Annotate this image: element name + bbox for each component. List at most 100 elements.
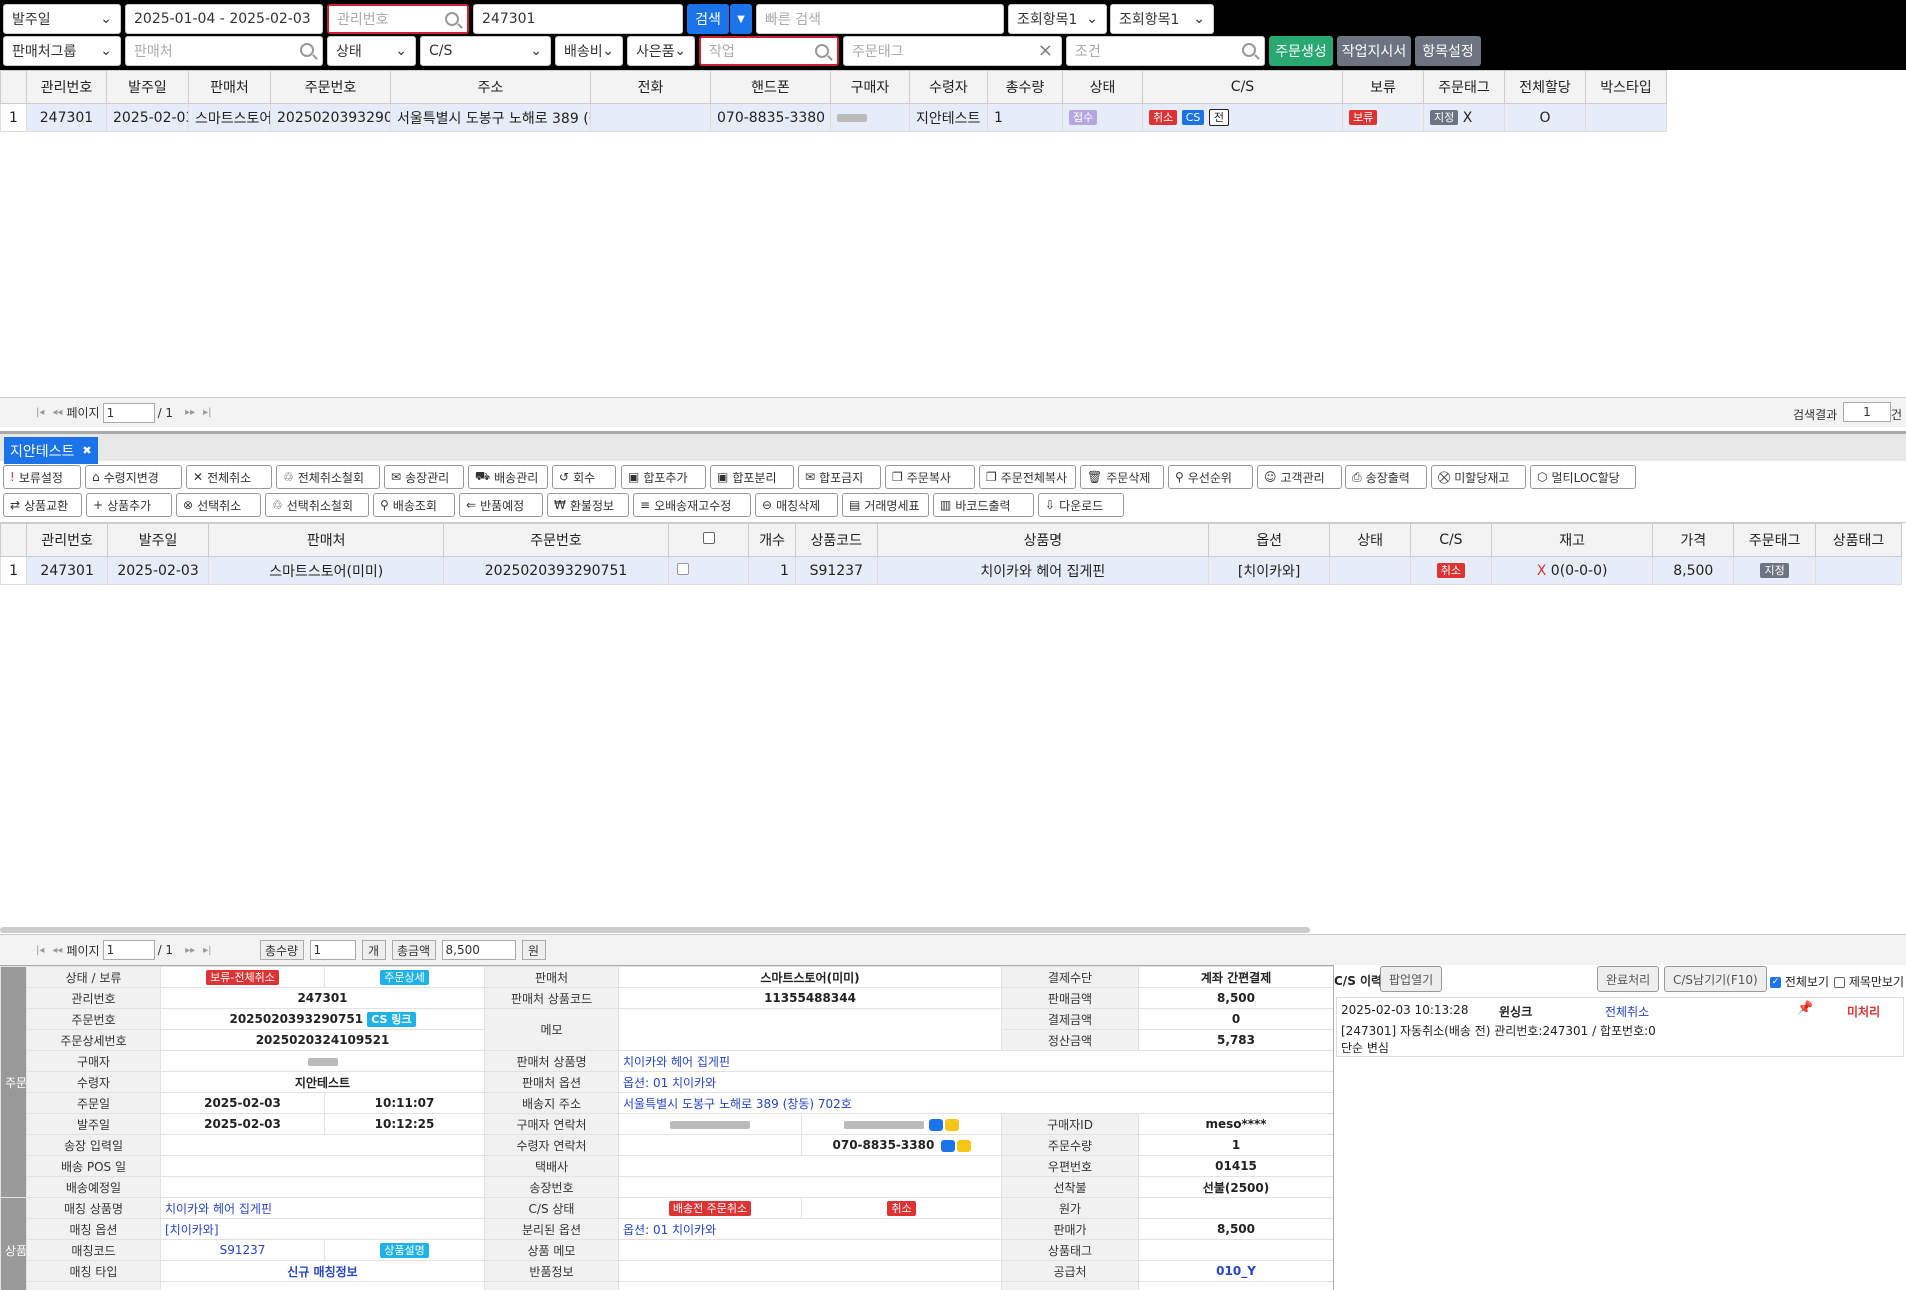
- action-button-action_row1-5[interactable]: ⛟ 배송관리: [468, 465, 548, 489]
- col-header-seller[interactable]: 판매처: [208, 523, 445, 557]
- action-button-action_row1-9[interactable]: ✉ 합포금지: [798, 465, 881, 489]
- action-button-action_row2-8[interactable]: ⊖ 매칭삭제: [755, 493, 838, 517]
- search-icon[interactable]: [815, 44, 829, 58]
- action-button-action_row2-10[interactable]: ▥ 바코드출력: [933, 493, 1034, 517]
- query-item-select-2[interactable]: 조회항목1 ⌄: [1110, 4, 1214, 34]
- search-icon[interactable]: [445, 12, 459, 26]
- popup-open-button[interactable]: 팝업열기: [1380, 966, 1443, 992]
- work-order-button[interactable]: 작업지시서: [1337, 36, 1411, 66]
- action-button-action_row1-3[interactable]: ♲ 전체취소철회: [276, 465, 380, 489]
- col-header-order-no[interactable]: 주문번호: [443, 523, 669, 557]
- col-header-order-no[interactable]: 주문번호: [270, 70, 391, 104]
- action-button-action_row1-6[interactable]: ↺ 회수: [552, 465, 616, 489]
- gift-select[interactable]: 사은품 ⌄: [627, 36, 695, 66]
- col-header-cs[interactable]: C/S: [1142, 70, 1343, 104]
- col-header-mobile[interactable]: 핸드폰: [710, 70, 831, 104]
- quick-search-input[interactable]: 빠른 검색: [756, 4, 1004, 34]
- col-header-mgmt-no[interactable]: 관리번호: [26, 523, 109, 557]
- col-header-buyer[interactable]: 구매자: [830, 70, 910, 104]
- action-button-action_row1-16[interactable]: ⛒ 미할당재고: [1431, 465, 1526, 489]
- table-row[interactable]: 1 247301 2025-02-03 스마트스토어( 202502039329…: [0, 103, 1667, 132]
- col-header-product-tag[interactable]: 상품태그: [1815, 523, 1902, 557]
- order-tag-input[interactable]: 주문태그 ×: [843, 36, 1062, 66]
- action-button-action_row1-8[interactable]: ▣ 합포분리: [710, 465, 794, 489]
- search-value-input[interactable]: 247301: [473, 4, 683, 34]
- close-icon[interactable]: ×: [1038, 40, 1053, 61]
- cs-link-badge[interactable]: CS 링크: [367, 1011, 416, 1027]
- action-button-action_row1-0[interactable]: ! 보류설정: [3, 465, 81, 489]
- first-page-icon[interactable]: |◂: [36, 407, 44, 418]
- complete-button[interactable]: 완료처리: [1597, 966, 1660, 992]
- action-button-action_row1-10[interactable]: ❐ 주문복사: [885, 465, 975, 489]
- col-header-status[interactable]: 상태: [1329, 523, 1411, 557]
- condition-input[interactable]: 조건: [1066, 36, 1265, 66]
- col-header-status[interactable]: 상태: [1062, 70, 1143, 104]
- action-button-action_row1-2[interactable]: ✕ 전체취소: [186, 465, 272, 489]
- first-page-icon[interactable]: |◂: [36, 945, 44, 956]
- col-header-recipient[interactable]: 수령자: [909, 70, 988, 104]
- horizontal-scrollbar[interactable]: [0, 927, 1310, 933]
- prev-page-icon[interactable]: ◂◂: [52, 407, 62, 418]
- action-button-action_row2-9[interactable]: ▤ 거래명세표: [842, 493, 929, 517]
- cs-select[interactable]: C/S ⌄: [420, 36, 551, 66]
- col-header-option[interactable]: 옵션: [1207, 523, 1331, 557]
- action-button-action_row1-15[interactable]: ⎙ 송장출력: [1345, 465, 1427, 489]
- cell-select[interactable]: [667, 556, 750, 585]
- action-button-action_row2-11[interactable]: ⇩ 다운로드: [1038, 493, 1124, 517]
- status-select[interactable]: 상태 ⌄: [327, 36, 416, 66]
- action-button-action_row2-3[interactable]: ♲ 선택취소철회: [265, 493, 369, 517]
- action-button-action_row1-1[interactable]: ⌂ 수령지변경: [85, 465, 182, 489]
- search-icon[interactable]: [1242, 43, 1256, 57]
- action-button-action_row2-1[interactable]: + 상품추가: [86, 493, 172, 517]
- col-header-cs[interactable]: C/S: [1409, 523, 1492, 557]
- mgmt-no-input[interactable]: 관리번호: [327, 4, 469, 34]
- action-button-action_row1-12[interactable]: 🗑 주문삭제: [1080, 465, 1164, 489]
- col-header-order-tag[interactable]: 주문태그: [1733, 523, 1816, 557]
- search-dropdown-button[interactable]: ▼: [730, 4, 752, 34]
- search-icon[interactable]: [300, 43, 314, 57]
- value-match-type[interactable]: 신규 매칭정보: [160, 1260, 485, 1282]
- title-only-toggle[interactable]: 제목만보기: [1834, 973, 1904, 990]
- work-input[interactable]: 작업: [699, 36, 839, 66]
- action-button-action_row2-7[interactable]: ≡ 오배송재고수정: [633, 493, 751, 517]
- value-address[interactable]: 서울특별시 도봉구 노해로 389 (창동) 702호: [617, 1092, 1333, 1114]
- product-desc-badge[interactable]: 상품설명: [380, 1242, 429, 1258]
- row-checkbox[interactable]: [676, 562, 689, 575]
- column-settings-button[interactable]: 항목설정: [1415, 36, 1481, 66]
- value-seller-option[interactable]: 옵션: 01 치이카와: [617, 1071, 1333, 1093]
- cs-entry[interactable]: 2025-02-03 10:13:28 윈싱크 전체취소 📌 미처리 [2473…: [1336, 997, 1904, 1057]
- chat-icon[interactable]: [940, 1139, 955, 1152]
- action-button-action_row1-14[interactable]: ☺ 고객관리: [1257, 465, 1342, 489]
- value-match-name[interactable]: 치이카와 헤어 집게핀: [160, 1197, 485, 1219]
- col-header-product-code[interactable]: 상품코드: [794, 523, 878, 557]
- checkbox-checked-icon[interactable]: ✓: [1770, 977, 1781, 988]
- order-detail-badge[interactable]: 주문상세: [380, 969, 429, 985]
- value-supplier[interactable]: 010_Y: [1138, 1260, 1333, 1282]
- last-page-icon[interactable]: ▸|: [203, 407, 211, 418]
- action-button-action_row1-17[interactable]: ⬡ 멀티LOC할당: [1530, 465, 1636, 489]
- select-all-checkbox[interactable]: [702, 532, 715, 544]
- col-header-hold[interactable]: 보류: [1342, 70, 1424, 104]
- seller-input[interactable]: 판매처: [125, 36, 323, 66]
- col-header-seller[interactable]: 판매처: [188, 70, 271, 104]
- action-button-action_row1-11[interactable]: ❐ 주문전체복사: [979, 465, 1076, 489]
- next-page-icon[interactable]: ▸▸: [185, 407, 195, 418]
- action-button-action_row2-6[interactable]: ₩ 환불정보: [547, 493, 629, 517]
- date-range-input[interactable]: 2025-01-04 - 2025-02-03: [125, 4, 323, 34]
- action-button-action_row1-7[interactable]: ▣ 합포추가: [621, 465, 706, 489]
- action-button-action_row2-2[interactable]: ⊗ 선택취소: [176, 493, 261, 517]
- checkbox-icon[interactable]: [1834, 977, 1845, 988]
- action-button-action_row2-4[interactable]: ⚲ 배송조회: [373, 493, 455, 517]
- col-header-product-name[interactable]: 상품명: [876, 523, 1209, 557]
- kakao-icon[interactable]: [956, 1139, 971, 1152]
- col-header-total-qty[interactable]: 총수량: [987, 70, 1063, 104]
- action-button-action_row2-0[interactable]: ⇄ 상품교환: [3, 493, 82, 517]
- col-header-phone[interactable]: 전화: [590, 70, 711, 104]
- col-header-order-date[interactable]: 발주일: [106, 70, 189, 104]
- page-input[interactable]: 1: [102, 402, 155, 423]
- page-input[interactable]: 1: [102, 940, 155, 960]
- value-memo[interactable]: [617, 1008, 1003, 1051]
- chat-icon[interactable]: [929, 1118, 944, 1131]
- col-header-address[interactable]: 주소: [390, 70, 591, 104]
- col-header-select-all[interactable]: [667, 523, 750, 557]
